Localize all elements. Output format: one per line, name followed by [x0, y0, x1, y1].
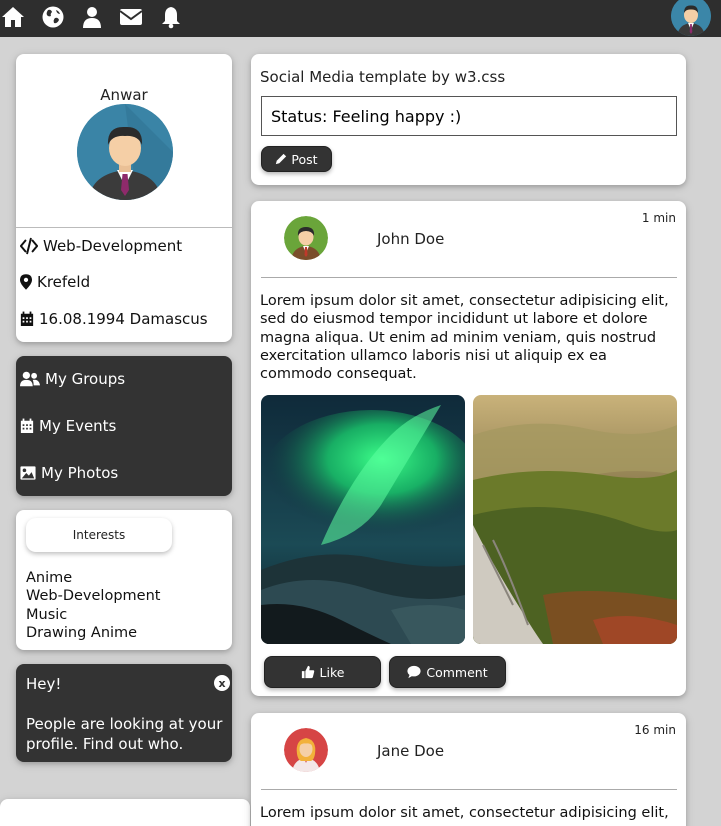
interest-item: Anime — [26, 570, 73, 586]
profile-avatar — [77, 104, 173, 200]
code-icon — [20, 237, 38, 255]
location-row: Krefeld — [20, 273, 90, 291]
birth-text: 16.08.1994 Damascus — [39, 310, 208, 328]
envelope-icon[interactable] — [119, 5, 143, 29]
profile-name: Anwar — [100, 86, 148, 104]
comment-button[interactable]: Comment — [389, 656, 506, 688]
post-button[interactable]: Post — [261, 146, 332, 172]
post-text: Lorem ipsum dolor sit amet, consectetur … — [260, 805, 669, 821]
interest-item: Web-Development — [26, 588, 161, 605]
like-label: Like — [319, 664, 345, 680]
close-icon[interactable]: x — [214, 675, 230, 691]
calendar-icon — [20, 418, 34, 433]
alert-card: Hey! x People are looking at your profil… — [16, 664, 232, 762]
pencil-icon — [276, 153, 287, 165]
post-time: 1 min — [641, 211, 676, 225]
user-icon[interactable] — [80, 5, 104, 29]
avatar-image — [284, 216, 328, 260]
like-button[interactable]: Like — [264, 656, 381, 688]
post-text: Lorem ipsum dolor sit amet, consectetur … — [260, 293, 669, 383]
forest-image — [473, 395, 677, 644]
post-author-name[interactable]: John Doe — [377, 230, 444, 248]
comment-icon — [407, 665, 421, 679]
job-text: Web-Development — [43, 237, 183, 255]
avatar-image — [284, 728, 328, 772]
post-author-name[interactable]: Jane Doe — [377, 742, 444, 760]
calendar-icon — [20, 311, 34, 326]
home-icon[interactable] — [1, 5, 25, 29]
image-icon — [20, 466, 36, 480]
post-button-label: Post — [291, 151, 318, 167]
menu-card: My Groups My Events My Photos — [16, 356, 232, 496]
menu-item-my-groups[interactable]: My Groups — [20, 370, 125, 388]
status-title: Social Media template by w3.css — [260, 68, 506, 86]
bell-icon[interactable] — [159, 5, 183, 29]
aurora-image — [261, 395, 465, 644]
post-divider — [261, 277, 677, 278]
status-input[interactable] — [261, 96, 677, 136]
post-divider — [261, 789, 677, 790]
job-row: Web-Development — [20, 237, 182, 255]
top-navbar — [0, 0, 721, 37]
users-icon — [20, 371, 40, 387]
menu-item-my-events[interactable]: My Events — [20, 417, 116, 435]
avatar-image — [671, 0, 711, 36]
alert-message: People are looking at your profile. Find… — [26, 715, 223, 753]
comment-label: Comment — [426, 664, 488, 680]
post-author-avatar — [284, 728, 328, 772]
profile-divider — [16, 227, 232, 228]
interests-card: Interests Anime Web-Development Music Dr… — [16, 510, 232, 650]
interests-button[interactable]: Interests — [26, 518, 172, 552]
profile-card: Anwar Web-Development Krefeld 16.08.1994… — [16, 54, 232, 342]
post-image-forest[interactable] — [473, 395, 677, 644]
map-marker-icon — [20, 274, 32, 290]
menu-item-my-photos[interactable]: My Photos — [20, 464, 118, 482]
menu-label-groups: My Groups — [45, 370, 126, 388]
interest-item: Music — [26, 606, 68, 623]
menu-label-events: My Events — [39, 417, 117, 435]
location-text: Krefeld — [37, 273, 91, 291]
post-card: 1 min John Doe Lorem ipsum dolor sit ame… — [251, 201, 686, 696]
thumbs-up-icon — [301, 665, 314, 679]
profile-avatar-image — [77, 104, 173, 200]
post-author-avatar — [284, 216, 328, 260]
post-card: 16 min Jane Doe Lorem ipsum dolor sit am… — [251, 713, 686, 826]
user-avatar[interactable] — [671, 0, 711, 36]
menu-label-photos: My Photos — [41, 464, 119, 482]
globe-icon[interactable] — [41, 5, 65, 29]
sidebar-card-partial — [0, 799, 250, 826]
post-image-aurora[interactable] — [261, 395, 465, 644]
interest-list: Anime Web-Development Music Drawing Anim… — [26, 569, 160, 642]
alert-title: Hey! — [26, 675, 62, 693]
interest-item: Drawing Anime — [26, 624, 138, 641]
birth-row: 16.08.1994 Damascus — [20, 310, 208, 328]
post-time: 16 min — [634, 723, 676, 737]
status-card: Social Media template by w3.css Post — [251, 54, 686, 185]
